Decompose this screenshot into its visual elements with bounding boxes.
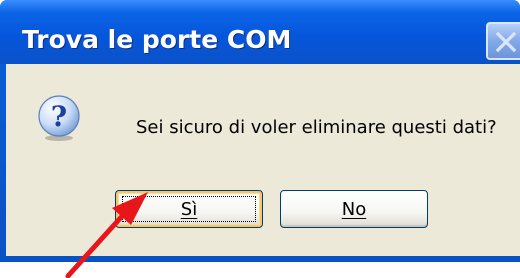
close-button[interactable]: [486, 22, 520, 60]
no-button-label: No: [341, 198, 367, 220]
close-icon: [495, 31, 517, 53]
svg-text:?: ?: [51, 100, 67, 133]
title-bar[interactable]: Trova le porte COM: [0, 0, 520, 64]
yes-button[interactable]: Sì: [115, 190, 263, 228]
question-icon: ?: [38, 95, 80, 141]
dialog-title: Trova le porte COM: [22, 25, 292, 54]
dialog-message: Sei sicuro di voler eliminare questi dat…: [136, 117, 497, 138]
dialog-body: [6, 64, 520, 256]
focus-rectangle: [122, 196, 256, 222]
no-button[interactable]: No: [280, 190, 428, 228]
